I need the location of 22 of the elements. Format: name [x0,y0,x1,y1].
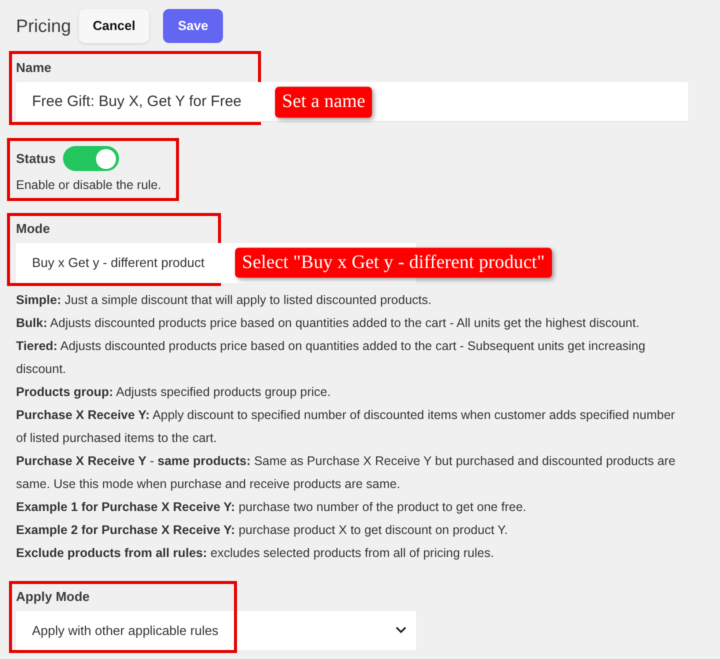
field-label: Name [16,60,52,76]
chevron-down-icon [395,626,407,634]
mode-description: Example 1 for Purchase X Receive Y: purchase two number of the product to get one free. [16,498,528,516]
help-text: Enable or disable the rule. [16,177,162,194]
mode-description: Purchase X Receive Y: Apply discount to specified number of discounted items when customer adds specified number of listed purchased items to the cart. [16,406,676,447]
cancel-button[interactable]: Cancel [79,9,150,43]
field-label: Apply Mode [16,588,91,605]
annotation-tooltip: Set a name [275,86,372,118]
mode-description: Products group: Adjusts specified products group price. [16,384,332,401]
mode-description: Example 2 for Purchase X Receive Y: purchase product X to get discount on product Y. [16,522,509,539]
mode-description: Exclude products from all rules: excludes selected products from all of pricing rules. [16,544,495,562]
annotation-tooltip: Select "Buy x Get y - different product" [235,248,552,278]
mode-description: Bulk: Adjusts discounted products price based on quantities added to the cart - All units get the highest discount. [16,314,640,332]
mode-description: Simple: Just a simple discount that will apply to listed discounted products. [16,292,432,309]
field-label: Status [16,150,56,168]
apply-mode-select[interactable]: Apply with other applicable rules [16,610,416,650]
mode-description: Tiered: Adjusts discounted products price based on quantities added to the cart - Subsequent units get increasing discount. [16,338,646,378]
status-toggle[interactable] [62,146,119,171]
save-button[interactable]: Save [163,9,224,43]
field-label: Mode [16,220,51,237]
page-title: Pricing [16,14,72,38]
mode-description: Purchase X Receive Y - same products: Same as Purchase X Receive Y but purchased and discounted products are same. Use this mode when purchase and receive products are same. [16,452,676,493]
